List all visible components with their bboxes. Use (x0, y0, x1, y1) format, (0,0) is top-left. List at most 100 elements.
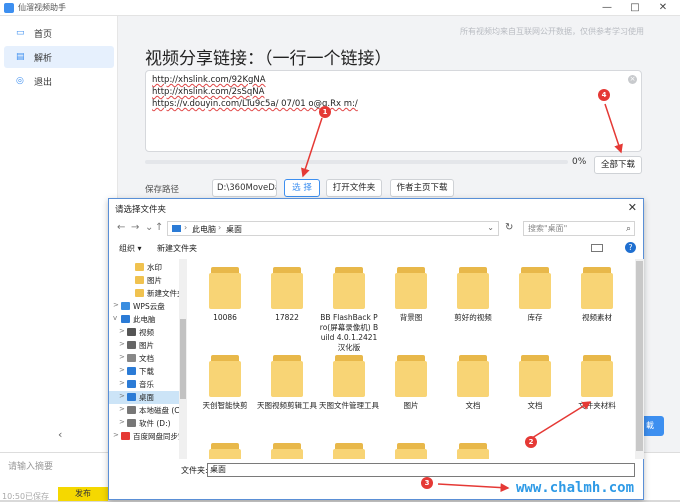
refresh-icon[interactable]: ↻ (505, 222, 513, 233)
chevron-right-icon[interactable]: > (119, 353, 125, 361)
folder-item[interactable]: 文档 (443, 349, 503, 429)
tree-item-label: 图片 (139, 341, 154, 350)
drive-icon (127, 406, 136, 414)
folder-item[interactable]: 文件夹材料 (567, 349, 627, 429)
tree-item[interactable]: v 此电脑 (109, 313, 179, 326)
search-input[interactable]: 搜索"桌面" ⌕ (523, 221, 635, 236)
tree-item-label: 软件 (D:) (139, 419, 171, 428)
forward-arrow-icon[interactable]: → (131, 222, 139, 233)
document-icon (127, 354, 136, 362)
folder-item[interactable]: 天创智能快剪 (195, 349, 255, 429)
help-icon[interactable]: ? (625, 242, 636, 253)
links-textarea[interactable]: http://xhslink.com/92KgNA http://xhslink… (145, 70, 642, 152)
tree-scrollbar-thumb[interactable] (180, 319, 186, 399)
sidebar-item-label: 解析 (34, 54, 53, 64)
chevron-down-icon[interactable]: v (113, 314, 117, 322)
chevron-right-icon[interactable]: > (119, 327, 125, 335)
saved-status: 10:50已保存 (2, 492, 50, 501)
folder-icon (333, 443, 365, 459)
music-icon (127, 380, 136, 388)
recent-dropdown-icon[interactable]: ⌄ (145, 222, 153, 233)
annotation-badge: 1 (319, 106, 331, 118)
tree-item[interactable]: > 软件 (D:) (109, 417, 179, 430)
folder-item[interactable] (381, 437, 441, 459)
tree-item[interactable]: 图片 (109, 274, 179, 287)
tree-item[interactable]: 新建文件夹 (109, 287, 185, 300)
chevron-right-icon[interactable]: > (119, 379, 125, 387)
folder-icon (135, 276, 144, 284)
minimize-button[interactable]: — (596, 0, 618, 16)
up-arrow-icon[interactable]: ↑ (155, 222, 163, 233)
author-home-button[interactable]: 作者主页下载 (390, 179, 454, 197)
dialog-toolbar: 组织 ▾ 新建文件夹 ? (109, 241, 645, 257)
organize-menu[interactable]: 组织 ▾ (119, 243, 142, 254)
folder-item[interactable]: 文档 (505, 349, 565, 429)
folder-item[interactable] (195, 437, 255, 459)
folder-field[interactable]: 桌面 (207, 463, 635, 477)
folder-icon (457, 443, 489, 459)
new-folder-button[interactable]: 新建文件夹 (157, 243, 197, 254)
folder-icon (209, 267, 241, 309)
folder-item[interactable] (319, 437, 379, 459)
folder-item[interactable] (443, 437, 503, 459)
chevron-down-icon[interactable]: ⌄ (487, 223, 494, 232)
folder-item[interactable]: 天图视频剪辑工具 (257, 349, 317, 429)
dialog-close-button[interactable]: ✕ (628, 201, 637, 214)
maximize-button[interactable]: □ (624, 0, 646, 16)
sidebar-item-parse[interactable]: ▤ 解析 (4, 46, 114, 68)
folder-item[interactable]: 库存 (505, 261, 565, 341)
tree-item[interactable]: > WPS云盘 (109, 300, 179, 313)
tree-item[interactable]: > 视频 (109, 326, 179, 339)
save-path-input[interactable]: D:\360MoveData\Users\ (212, 179, 277, 197)
chevron-right-icon[interactable]: > (119, 366, 125, 374)
folder-item[interactable]: 背景图 (381, 261, 441, 341)
exit-icon: ◎ (16, 76, 24, 86)
back-arrow-icon[interactable]: ← (117, 222, 125, 233)
sidebar-item-exit[interactable]: ◎ 退出 (4, 70, 114, 92)
folder-item[interactable]: 10086 (195, 261, 255, 341)
tree-item[interactable]: > 文档 (109, 352, 179, 365)
clear-icon[interactable]: × (628, 75, 637, 84)
tree-item[interactable]: > 桌面 (109, 391, 179, 404)
sidebar-item-home[interactable]: ▭ 首页 (4, 22, 114, 44)
view-options-icon[interactable] (591, 244, 603, 252)
folder-icon (457, 267, 489, 309)
chevron-right-icon[interactable]: > (119, 340, 125, 348)
folder-item[interactable]: 17822 (257, 261, 317, 341)
tree-item[interactable]: > 图片 (109, 339, 179, 352)
summary-input[interactable]: 请输入摘要 (8, 459, 53, 472)
tree-item[interactable]: > 音乐 (109, 378, 179, 391)
tree-item[interactable]: > 百度网盘同步空间 (109, 430, 186, 443)
cloud-icon (121, 302, 130, 310)
folder-icon (271, 267, 303, 309)
folder-item[interactable] (257, 437, 317, 459)
chevron-right-icon[interactable]: > (113, 301, 119, 309)
file-grid: 10086 17822 BB FlashBack Pro(屏幕录像机) Build … (189, 259, 629, 459)
grid-scrollbar-thumb[interactable] (636, 261, 643, 451)
folder-item[interactable]: 天图文件管理工具 (319, 349, 379, 429)
download-all-button[interactable]: 全部下载 (594, 156, 642, 174)
close-button[interactable]: ✕ (652, 0, 674, 16)
folder-icon (271, 443, 303, 459)
tree-item[interactable]: 水印 (109, 261, 179, 274)
folder-item[interactable]: BB FlashBack Pro(屏幕录像机) Build 4.0.1.2421… (319, 261, 379, 352)
folder-icon (581, 355, 613, 397)
choose-button[interactable]: 选 择 (284, 179, 320, 197)
folder-item[interactable]: 视频素材 (567, 261, 627, 341)
tree-item[interactable]: > 下载 (109, 365, 179, 378)
address-bar[interactable]: › 此电脑 › 桌面 ⌄ (167, 221, 499, 236)
open-folder-button[interactable]: 打开文件夹 (326, 179, 382, 197)
tree-item[interactable]: > 本地磁盘 (C:) (109, 404, 185, 417)
chevron-right-icon[interactable]: > (119, 392, 125, 400)
chevron-right-icon[interactable]: > (119, 418, 125, 426)
folder-icon (457, 355, 489, 397)
chevron-right-icon[interactable]: > (113, 431, 119, 439)
folder-item[interactable]: 剪好的视频 (443, 261, 503, 341)
breadcrumb-item[interactable]: 此电脑 (192, 224, 216, 235)
folder-item[interactable]: 图片 (381, 349, 441, 429)
breadcrumb-item[interactable]: 桌面 (226, 224, 242, 235)
chevron-right-icon[interactable]: > (119, 405, 125, 413)
picture-icon (127, 341, 136, 349)
collapse-icon[interactable]: ‹ (58, 428, 62, 441)
publish-button[interactable]: 发布 (58, 487, 108, 501)
